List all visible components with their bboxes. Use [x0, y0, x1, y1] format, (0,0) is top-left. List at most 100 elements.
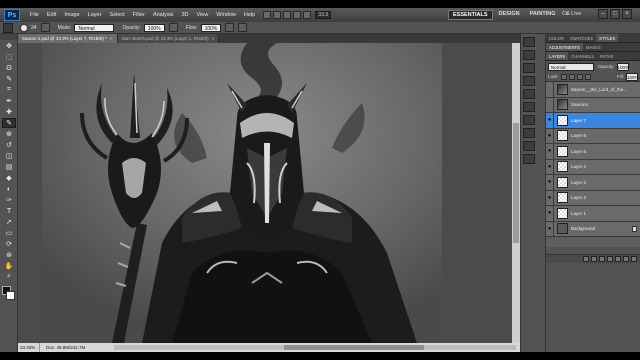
status-zoom[interactable]: 33.33%	[18, 343, 40, 352]
crop-icon[interactable]: ⌗	[2, 85, 16, 95]
workspace-design[interactable]: DESIGN	[495, 10, 524, 20]
blend-mode-select[interactable]: Normal	[548, 62, 594, 71]
mode-select[interactable]: Normal	[74, 23, 115, 32]
paragraph-icon[interactable]	[523, 102, 535, 112]
workspace-essentials[interactable]: ESSENTIALS	[448, 10, 493, 20]
histogram-icon[interactable]	[523, 154, 535, 164]
tab-close-icon[interactable]: ×	[110, 36, 113, 41]
minimize-button[interactable]: –	[598, 9, 608, 19]
bridge-icon[interactable]	[263, 11, 272, 19]
menu-filter[interactable]: Filter	[129, 12, 149, 18]
painting-canvas[interactable]	[42, 43, 442, 343]
menu-file[interactable]: File	[26, 12, 43, 18]
layer-row[interactable]: ● Background	[546, 221, 640, 237]
type-icon[interactable]: T	[2, 206, 16, 216]
new-group-icon[interactable]	[615, 256, 621, 262]
lock-all-icon[interactable]	[584, 73, 591, 80]
pressure-size-button[interactable]	[238, 23, 248, 32]
brush-panel-toggle[interactable]	[40, 23, 50, 32]
blur-icon[interactable]: ◆	[2, 173, 16, 183]
layer-row[interactable]: Sauron4	[546, 97, 640, 113]
layer-row[interactable]: ● Layer 5	[546, 143, 640, 160]
hand-icon[interactable]: ✋	[2, 261, 16, 271]
eraser-icon[interactable]: ◫	[2, 151, 16, 161]
zoom-tool-icon[interactable]	[293, 11, 302, 19]
tools-panel-grip[interactable]	[0, 34, 17, 40]
lock-transparency-icon[interactable]	[560, 73, 567, 80]
visibility-eye-icon[interactable]	[546, 97, 554, 113]
tab-color[interactable]: COLOR	[546, 34, 567, 42]
tool-presets-icon[interactable]	[523, 115, 535, 125]
visibility-eye-icon[interactable]: ●	[546, 143, 554, 159]
tab-swatches[interactable]: SWATCHES	[567, 34, 596, 42]
3d-rotate-icon[interactable]: ⟳	[2, 239, 16, 249]
visibility-eye-icon[interactable]: ●	[546, 205, 554, 221]
horizontal-scrollbar[interactable]	[114, 345, 516, 350]
adjustment-layer-icon[interactable]	[607, 256, 613, 262]
info-icon[interactable]	[523, 141, 535, 151]
rotate-view-icon[interactable]	[303, 11, 312, 19]
layer-row[interactable]: ● Layer 4	[546, 159, 640, 175]
navigator-icon[interactable]	[523, 128, 535, 138]
lock-image-icon[interactable]	[568, 73, 575, 80]
opacity-field[interactable]: 100%	[143, 23, 165, 32]
eyedropper-icon[interactable]: ✒	[2, 96, 16, 106]
tool-preset-picker[interactable]	[3, 22, 13, 33]
status-doc-size[interactable]: Doc: 46.8M/242.7M	[40, 343, 110, 352]
flow-field[interactable]: 100%	[200, 23, 222, 32]
tab-sam-sketch[interactable]: Sam sketch.psd @ 33.3% (Layer 1, RGB/8) ×	[117, 34, 220, 43]
layer-opacity-field[interactable]: 100%	[616, 62, 629, 71]
pen-icon[interactable]: ✑	[2, 195, 16, 205]
healing-icon[interactable]: ✚	[2, 107, 16, 117]
cs-live-button[interactable]: CS Live	[562, 11, 581, 17]
character-icon[interactable]	[523, 89, 535, 99]
close-button[interactable]: ×	[622, 9, 632, 19]
menu-analysis[interactable]: Analysis	[149, 12, 177, 18]
menu-view[interactable]: View	[192, 12, 212, 18]
menu-window[interactable]: Window	[212, 12, 240, 18]
tab-channels[interactable]: CHANNELS	[568, 52, 597, 60]
3d-orbit-icon[interactable]: ⊛	[2, 250, 16, 260]
vertical-scrollbar[interactable]	[512, 43, 520, 343]
menu-edit[interactable]: Edit	[43, 12, 60, 18]
pressure-opacity-button[interactable]	[168, 23, 178, 32]
path-select-icon[interactable]: ➚	[2, 217, 16, 227]
history-brush-icon[interactable]: ↺	[2, 140, 16, 150]
link-layers-icon[interactable]	[583, 256, 589, 262]
visibility-eye-icon[interactable]: ●	[546, 221, 554, 237]
menu-select[interactable]: Select	[105, 12, 128, 18]
quick-select-icon[interactable]: ✎	[2, 74, 16, 84]
visibility-eye-icon[interactable]: ●	[546, 174, 554, 190]
tab-close-icon[interactable]: ×	[212, 36, 215, 41]
brush-panel-icon[interactable]	[523, 63, 535, 73]
menu-layer[interactable]: Layer	[84, 12, 106, 18]
visibility-eye-icon[interactable]: ●	[546, 128, 554, 144]
menu-image[interactable]: Image	[60, 12, 83, 18]
horizontal-scroll-thumb[interactable]	[284, 345, 424, 350]
actions-icon[interactable]	[523, 50, 535, 60]
visibility-eye-icon[interactable]: ●	[546, 112, 554, 128]
clone-source-icon[interactable]	[523, 76, 535, 86]
menu-3d[interactable]: 3D	[177, 12, 192, 18]
gradient-icon[interactable]: ▤	[2, 162, 16, 172]
brush-preset-picker[interactable]	[19, 22, 29, 33]
lasso-icon[interactable]: ʘ	[2, 63, 16, 73]
visibility-eye-icon[interactable]	[546, 81, 554, 97]
history-icon[interactable]	[523, 37, 535, 47]
zoom-level-dropdown[interactable]: 33.3	[315, 11, 332, 19]
hand-tool-icon[interactable]	[283, 11, 292, 19]
layer-row[interactable]: ● Layer 7	[546, 112, 640, 129]
layer-row[interactable]: ● Layer 2	[546, 190, 640, 206]
clone-stamp-icon[interactable]: ⊕	[2, 129, 16, 139]
tab-sauron-2[interactable]: Sauron 2.psd @ 33.3% (Layer 7, RGB/8) * ×	[18, 34, 118, 43]
tab-adjustments[interactable]: ADJUSTMENTS	[546, 43, 583, 51]
mini-bridge-icon[interactable]	[273, 11, 282, 19]
airbrush-button[interactable]	[225, 23, 235, 32]
tab-masks[interactable]: MASKS	[583, 43, 604, 51]
maximize-button[interactable]: □	[610, 9, 620, 19]
zoom-icon[interactable]: ⌕	[2, 272, 16, 282]
visibility-eye-icon[interactable]: ●	[546, 159, 554, 175]
tab-layers[interactable]: LAYERS	[546, 52, 569, 60]
visibility-eye-icon[interactable]: ●	[546, 190, 554, 206]
layer-row[interactable]: ● Layer 1	[546, 205, 640, 222]
